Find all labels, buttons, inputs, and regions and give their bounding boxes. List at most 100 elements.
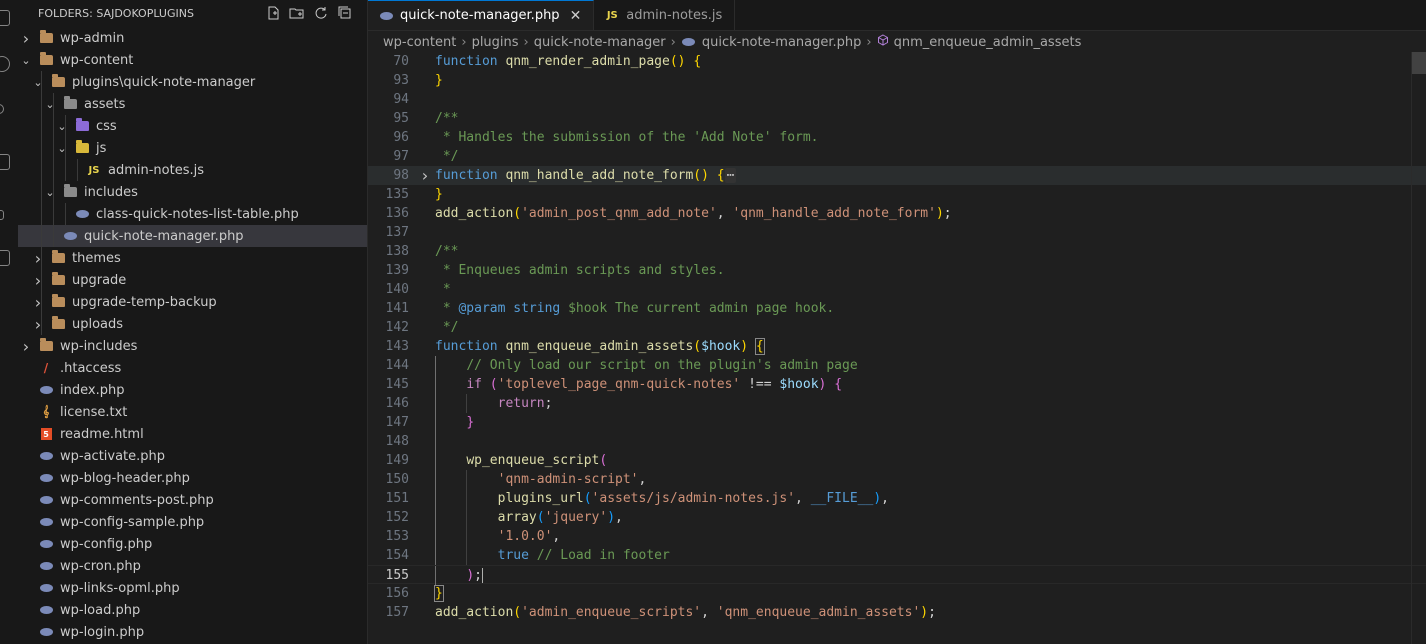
new-folder-icon[interactable]	[289, 5, 305, 21]
vertical-scrollbar[interactable]	[1411, 52, 1426, 644]
code-line[interactable]: 147 }	[368, 413, 1426, 432]
code-line[interactable]: 148	[368, 432, 1426, 451]
tree-item[interactable]: index.php	[18, 379, 367, 401]
tree-item[interactable]: › upgrade	[18, 269, 367, 291]
tree-item[interactable]: ⌄ css	[18, 115, 367, 137]
tree-item[interactable]: ⌄ assets	[18, 93, 367, 115]
breadcrumb-item[interactable]: plugins	[472, 35, 519, 50]
tree-item[interactable]: wp-login.php	[18, 621, 367, 643]
tree-item[interactable]: wp-config.php	[18, 533, 367, 555]
tree-item[interactable]: › themes	[18, 247, 367, 269]
tree-item[interactable]: ⌄ plugins\quick-note-manager	[18, 71, 367, 93]
code-line[interactable]: 70 function qnm_render_admin_page() {	[368, 52, 1426, 71]
code-token: $hook	[779, 377, 819, 392]
tree-item[interactable]: › uploads	[18, 313, 367, 335]
tree-item[interactable]: › wp-admin	[18, 27, 367, 49]
chevron-right-icon[interactable]: ›	[30, 271, 46, 290]
code-line[interactable]: 152 array('jquery'),	[368, 508, 1426, 527]
tree-item[interactable]: › wp-includes	[18, 335, 367, 357]
code-line[interactable]: 137	[368, 223, 1426, 242]
tree-item[interactable]: / .htaccess	[18, 357, 367, 379]
code-line[interactable]: 157 add_action('admin_enqueue_scripts', '…	[368, 603, 1426, 622]
chevron-right-icon[interactable]: ›	[18, 29, 34, 48]
code-line[interactable]: 96 * Handles the submission of the 'Add …	[368, 128, 1426, 147]
tree-item-label: upgrade	[72, 272, 127, 288]
tree-item[interactable]: wp-blog-header.php	[18, 467, 367, 489]
scrollbar-thumb[interactable]	[1412, 52, 1426, 74]
indent-guide	[435, 432, 436, 451]
chevron-down-icon[interactable]: ⌄	[18, 54, 34, 67]
breadcrumb-item[interactable]: wp-content	[383, 35, 456, 50]
tree-item[interactable]: 5 readme.html	[18, 423, 367, 445]
tree-item[interactable]: wp-comments-post.php	[18, 489, 367, 511]
editor-tab[interactable]: JS admin-notes.js	[594, 0, 736, 30]
code-line[interactable]: 150 'qnm-admin-script',	[368, 470, 1426, 489]
chevron-down-icon[interactable]: ⌄	[54, 142, 70, 155]
breadcrumb-item[interactable]: quick-note-manager.php	[702, 35, 862, 50]
code-line[interactable]: 138 /**	[368, 242, 1426, 261]
remote-explorer-icon[interactable]	[0, 250, 10, 266]
code-line[interactable]: 98 › function qnm_handle_add_note_form() {…	[368, 166, 1426, 185]
extensions-icon[interactable]	[0, 210, 4, 220]
source-control-icon[interactable]	[0, 104, 4, 114]
code-line[interactable]: 153 '1.0.0',	[368, 527, 1426, 546]
explorer-icon[interactable]	[0, 10, 10, 26]
tree-item[interactable]: wp-links-opml.php	[18, 577, 367, 599]
code-token: string	[513, 301, 561, 316]
chevron-down-icon[interactable]: ⌄	[42, 186, 58, 199]
code-line[interactable]: 142 */	[368, 318, 1426, 337]
code-line[interactable]: 143 function qnm_enqueue_admin_assets($ho…	[368, 337, 1426, 356]
code-line[interactable]: 149 wp_enqueue_script(	[368, 451, 1426, 470]
chevron-down-icon[interactable]: ⌄	[30, 76, 46, 89]
code-line[interactable]: 146 return;	[368, 394, 1426, 413]
chevron-right-icon[interactable]: ›	[30, 249, 46, 268]
tree-item[interactable]: quick-note-manager.php	[18, 225, 367, 247]
close-icon[interactable]: ✕	[570, 8, 582, 24]
code-line[interactable]: 156}	[368, 584, 1426, 603]
chevron-right-icon[interactable]: ›	[18, 337, 34, 356]
tree-item[interactable]: wp-config-sample.php	[18, 511, 367, 533]
code-line[interactable]: 151 plugins_url('assets/js/admin-notes.j…	[368, 489, 1426, 508]
code-line[interactable]: 93}	[368, 71, 1426, 90]
search-icon[interactable]	[0, 56, 10, 72]
code-line[interactable]: 155 );	[368, 565, 1426, 585]
chevron-down-icon[interactable]: ⌄	[42, 98, 58, 111]
breadcrumb-item[interactable]: quick-note-manager	[534, 35, 666, 50]
code-line[interactable]: 94	[368, 90, 1426, 109]
collapse-all-icon[interactable]	[337, 5, 353, 21]
explorer-actions	[265, 5, 353, 21]
editor-tab[interactable]: quick-note-manager.php ✕	[368, 0, 595, 30]
code-line[interactable]: 144 // Only load our script on the plugi…	[368, 356, 1426, 375]
file-tree: › wp-admin ⌄ wp-content ⌄ plugins\quick-note-…	[18, 27, 367, 643]
code-line[interactable]: 95 /**	[368, 109, 1426, 128]
code-view[interactable]: 70 function qnm_render_admin_page() {93} 9…	[368, 52, 1426, 622]
code-line[interactable]: 140 *	[368, 280, 1426, 299]
tree-item[interactable]: 𝄞 license.txt	[18, 401, 367, 423]
code-line[interactable]: 145 if ('toplevel_page_qnm-quick-notes' …	[368, 375, 1426, 394]
refresh-icon[interactable]	[313, 5, 329, 21]
new-file-icon[interactable]	[265, 5, 281, 21]
run-debug-icon[interactable]	[0, 154, 10, 170]
tree-item[interactable]: ⌄ includes	[18, 181, 367, 203]
tree-item[interactable]: ⌄ js	[18, 137, 367, 159]
tree-item[interactable]: › upgrade-temp-backup	[18, 291, 367, 313]
chevron-right-icon[interactable]: ›	[30, 293, 46, 312]
code-line[interactable]: 135}	[368, 185, 1426, 204]
code-line[interactable]: 97 */	[368, 147, 1426, 166]
tree-item[interactable]: class-quick-notes-list-table.php	[18, 203, 367, 225]
code-line[interactable]: 136 add_action('admin_post_qnm_add_note',…	[368, 204, 1426, 223]
js-icon: JS	[88, 164, 100, 176]
code-line[interactable]: 139 * Enqueues admin scripts and styles.	[368, 261, 1426, 280]
tree-item[interactable]: wp-activate.php	[18, 445, 367, 467]
tree-item[interactable]: ⌄ wp-content	[18, 49, 367, 71]
breadcrumb-item[interactable]: qnm_enqueue_admin_assets	[894, 35, 1082, 50]
code-line[interactable]: 154 true // Load in footer	[368, 546, 1426, 565]
tree-item[interactable]: wp-cron.php	[18, 555, 367, 577]
ellipsis-icon[interactable]: ⋯	[724, 168, 737, 183]
tree-item[interactable]: wp-load.php	[18, 599, 367, 621]
fold-chevron-icon[interactable]: ›	[420, 166, 430, 185]
chevron-right-icon[interactable]: ›	[30, 315, 46, 334]
code-line[interactable]: 141 * @param string $hook The current ad…	[368, 299, 1426, 318]
tree-item[interactable]: JS admin-notes.js	[18, 159, 367, 181]
chevron-down-icon[interactable]: ⌄	[54, 120, 70, 133]
